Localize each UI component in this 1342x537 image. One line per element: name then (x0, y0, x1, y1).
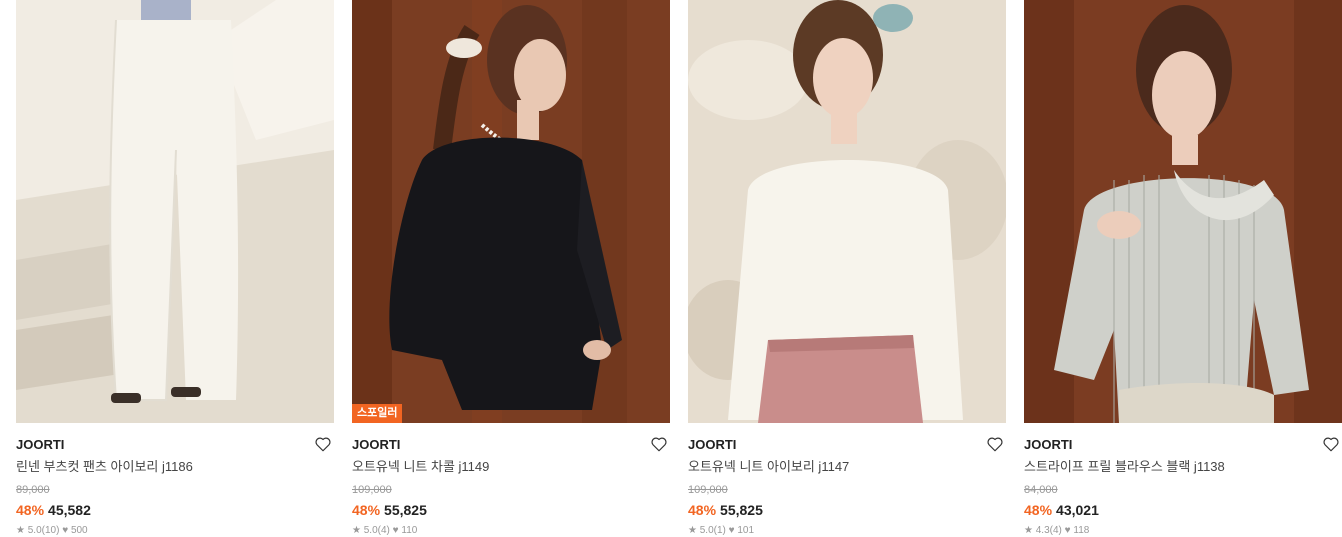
review-meta: ★ 4.3(4) ♥ 118 (1024, 525, 1342, 537)
discount-rate: 48% (1024, 502, 1053, 518)
product-image[interactable] (688, 0, 1006, 423)
product-card[interactable]: JOORTI 린넨 부츠컷 팬츠 아이보리 j1186 89,000 48% 45… (16, 0, 334, 536)
star-icon: ★ (688, 525, 697, 536)
rating-text: 5.0(10) (27, 525, 60, 536)
product-photo-linen-pants (16, 0, 334, 423)
price-row: 48% 55,825 (688, 501, 1006, 519)
star-icon: ★ (16, 525, 25, 536)
product-brand[interactable]: JOORTI (688, 437, 1006, 453)
sale-price: 55,825 (384, 502, 427, 518)
heart-filled-icon: ♥ (392, 525, 399, 536)
heart-filled-icon: ♥ (728, 525, 735, 536)
product-photo-striped-blouse (1024, 0, 1342, 423)
heart-outline-icon[interactable] (314, 435, 332, 453)
star-icon: ★ (352, 525, 361, 536)
likes-count: 110 (401, 525, 418, 536)
discount-rate: 48% (688, 502, 717, 518)
product-name[interactable]: 린넨 부츠컷 팬츠 아이보리 j1186 (16, 458, 334, 476)
star-icon: ★ (1024, 525, 1033, 536)
original-price: 109,000 (352, 484, 392, 496)
likes-count: 118 (1073, 525, 1090, 536)
price-row: 48% 43,021 (1024, 501, 1342, 519)
product-image[interactable] (1024, 0, 1342, 423)
heart-filled-icon: ♥ (1064, 525, 1071, 536)
product-photo-ivory-knit (688, 0, 1006, 423)
review-meta: ★ 5.0(10) ♥ 500 (16, 525, 334, 537)
product-image[interactable]: 스포일러 (352, 0, 670, 423)
product-photo-charcoal-knit (352, 0, 670, 423)
price-row: 48% 45,582 (16, 501, 334, 519)
review-meta: ★ 5.0(1) ♥ 101 (688, 525, 1006, 537)
product-name[interactable]: 오트유넥 니트 아이보리 j1147 (688, 458, 1006, 476)
heart-filled-icon: ♥ (62, 525, 69, 536)
sale-price: 45,582 (48, 502, 91, 518)
rating-text: 4.3(4) (1035, 525, 1062, 536)
product-brand[interactable]: JOORTI (1024, 437, 1342, 453)
heart-outline-icon[interactable] (986, 435, 1004, 453)
product-card[interactable]: JOORTI 오트유넥 니트 아이보리 j1147 109,000 48% 55,… (688, 0, 1006, 536)
product-image[interactable] (16, 0, 334, 423)
product-name[interactable]: 오트유넥 니트 차콜 j1149 (352, 458, 670, 476)
original-price: 84,000 (1024, 484, 1058, 496)
likes-count: 500 (70, 525, 88, 536)
spoiler-badge: 스포일러 (352, 404, 403, 423)
sale-price: 43,021 (1056, 502, 1099, 518)
original-price: 89,000 (16, 484, 50, 496)
sale-price: 55,825 (720, 502, 763, 518)
discount-rate: 48% (16, 502, 45, 518)
product-brand[interactable]: JOORTI (16, 437, 334, 453)
price-row: 48% 55,825 (352, 501, 670, 519)
heart-outline-icon[interactable] (1322, 435, 1340, 453)
likes-count: 101 (737, 525, 755, 536)
review-meta: ★ 5.0(4) ♥ 110 (352, 525, 670, 537)
discount-rate: 48% (352, 502, 381, 518)
product-card[interactable]: JOORTI 스트라이프 프릴 블라우스 블랙 j1138 84,000 48%… (1024, 0, 1342, 536)
product-card[interactable]: 스포일러 JOORTI 오트유넥 니트 차콜 j1149 109,000 48%… (352, 0, 670, 536)
original-price: 109,000 (688, 484, 728, 496)
rating-text: 5.0(1) (699, 525, 726, 536)
product-brand[interactable]: JOORTI (352, 437, 670, 453)
heart-outline-icon[interactable] (650, 435, 668, 453)
product-name[interactable]: 스트라이프 프릴 블라우스 블랙 j1138 (1024, 458, 1342, 476)
rating-text: 5.0(4) (363, 525, 390, 536)
